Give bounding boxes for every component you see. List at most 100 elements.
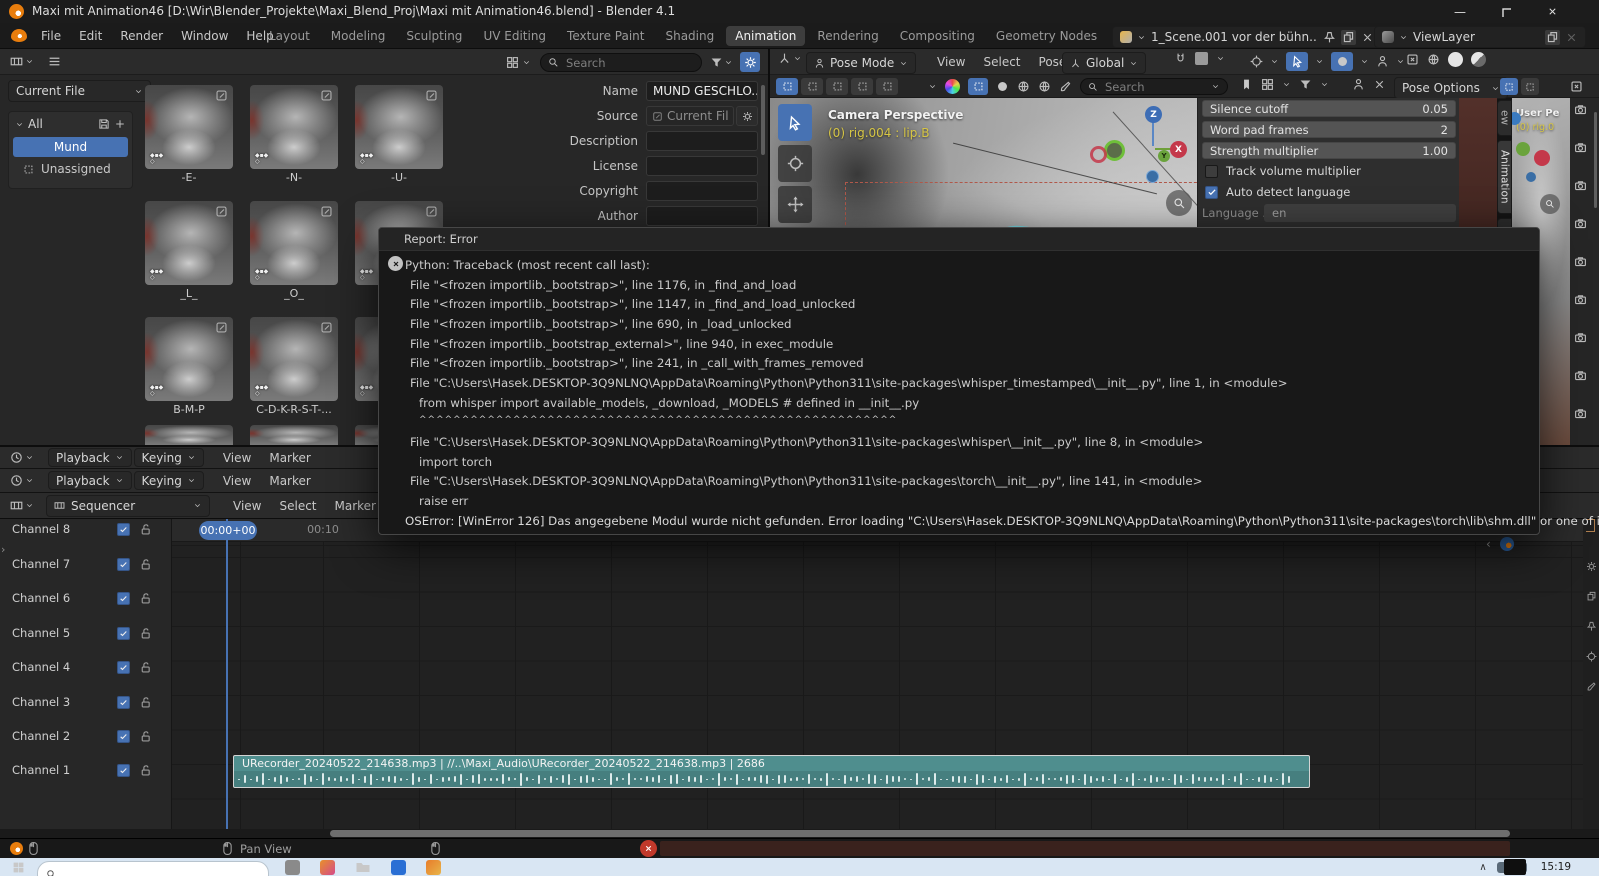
save-icon[interactable]: [98, 118, 110, 130]
strength-multiplier-slider[interactable]: Strength multiplier 1.00: [1202, 142, 1456, 159]
menu-marker[interactable]: Marker: [326, 499, 385, 513]
tab-compositing[interactable]: Compositing: [891, 26, 984, 46]
add-catalog-icon[interactable]: [114, 118, 126, 130]
menu-edit[interactable]: Edit: [70, 29, 111, 43]
channel-checkbox[interactable]: [117, 661, 130, 674]
sequencer-area[interactable]: › Channel 8 Channel 7 Channel 6 Channel …: [0, 518, 1599, 829]
select-circle-button[interactable]: [826, 78, 848, 95]
camera-icon[interactable]: [1574, 293, 1587, 306]
editor-type-icon[interactable]: [778, 52, 791, 65]
gizmo-y-axis[interactable]: Y: [1158, 150, 1170, 162]
pin-icon[interactable]: [1323, 31, 1336, 44]
tab-texture-paint[interactable]: Texture Paint: [558, 26, 653, 46]
channel-checkbox[interactable]: [117, 627, 130, 640]
xray-person-icon[interactable]: [1376, 55, 1389, 68]
channel-checkbox[interactable]: [117, 523, 130, 536]
taskbar-app-icon[interactable]: [426, 859, 441, 875]
asset-thumbnail[interactable]: ◆▪◆ ◇: [250, 85, 338, 169]
mini-x-axis[interactable]: [1534, 150, 1550, 166]
taskbar-app-icon[interactable]: [285, 859, 300, 875]
menu-select[interactable]: Select: [974, 55, 1029, 69]
checkbox-unchecked[interactable]: [1205, 164, 1218, 178]
description-field[interactable]: [646, 131, 758, 151]
playback-menu[interactable]: Playback: [48, 471, 132, 490]
camera-icon[interactable]: [1574, 179, 1587, 192]
camera-icon[interactable]: [1574, 217, 1587, 230]
catalog-item-mund[interactable]: Mund: [13, 137, 128, 157]
menu-window[interactable]: Window: [172, 29, 237, 43]
camera-icon[interactable]: [1574, 255, 1587, 268]
license-field[interactable]: [646, 156, 758, 176]
error-status-icon[interactable]: [640, 840, 657, 857]
catalog-all[interactable]: All: [28, 117, 43, 131]
scene-selector[interactable]: 1_Scene.001 vor der bühn...: [1112, 26, 1382, 48]
asset-settings-button[interactable]: [740, 52, 760, 72]
asset-thumbnail[interactable]: [145, 425, 233, 445]
channel-lock-icon[interactable]: [139, 558, 152, 571]
clock-icon[interactable]: [10, 474, 23, 487]
cursor-tool-button[interactable]: [778, 145, 812, 182]
camera-icon[interactable]: [1574, 141, 1587, 154]
camera-icon[interactable]: [1574, 407, 1587, 420]
sidebar-tab-animation[interactable]: Animation: [1497, 140, 1512, 214]
asset-thumbnail[interactable]: ◆▪◆ ◇: [145, 85, 233, 169]
collections-icon[interactable]: [1261, 78, 1274, 91]
xray-toggle-icon[interactable]: [1406, 53, 1419, 66]
camera-column-scrollbar[interactable]: [1594, 112, 1597, 208]
mini-select-button[interactable]: [1500, 78, 1518, 95]
asset-thumbnail[interactable]: [250, 425, 338, 445]
select-tool-button[interactable]: [778, 104, 812, 141]
menu-view[interactable]: View: [224, 499, 270, 513]
silence-cutoff-slider[interactable]: Silence cutoff 0.05: [1202, 100, 1456, 117]
channel-lock-icon[interactable]: [139, 592, 152, 605]
taskbar-app-icon[interactable]: [391, 859, 406, 875]
options-dropdown-icon[interactable]: [928, 82, 937, 91]
channel-checkbox[interactable]: [117, 558, 130, 571]
tab-sculpting[interactable]: Sculpting: [397, 26, 471, 46]
gizmo-x-axis[interactable]: X: [1170, 141, 1187, 158]
new-viewlayer-icon[interactable]: [1545, 29, 1560, 45]
clock-icon[interactable]: [10, 451, 23, 464]
sidebar-icon[interactable]: [1586, 621, 1597, 632]
brush-icon[interactable]: [1059, 80, 1072, 93]
taskbar-clock[interactable]: 15:19: [1541, 861, 1571, 873]
copyright-field[interactable]: [646, 181, 758, 201]
taskbar-widget[interactable]: [1504, 859, 1526, 875]
sequencer-view-select[interactable]: Sequencer: [46, 494, 210, 517]
sidebar-icon[interactable]: [1586, 681, 1597, 692]
channel-checkbox[interactable]: [117, 592, 130, 605]
sequencer-editor-icon[interactable]: [10, 499, 23, 512]
keying-menu[interactable]: Keying: [133, 471, 204, 490]
menu-select[interactable]: Select: [270, 499, 325, 513]
tab-modeling[interactable]: Modeling: [322, 26, 395, 46]
tab-animation[interactable]: Animation: [726, 26, 806, 46]
asset-thumbnail[interactable]: ◆▪◆ ◇: [250, 201, 338, 285]
asset-search-input[interactable]: [564, 54, 694, 71]
box-x-icon[interactable]: [1570, 80, 1583, 93]
proportional-edit-icon[interactable]: [1250, 55, 1263, 68]
tab-uv-editing[interactable]: UV Editing: [474, 26, 555, 46]
select-box-button[interactable]: [801, 78, 823, 95]
playhead-line[interactable]: [226, 519, 228, 829]
windows-start-icon[interactable]: [12, 861, 25, 874]
snap-icon[interactable]: [1174, 52, 1187, 65]
mini-zoom-button[interactable]: [1540, 194, 1560, 214]
asset-library-select[interactable]: Current File: [8, 80, 151, 102]
menu-marker[interactable]: Marker: [260, 474, 319, 488]
pose-options-dropdown[interactable]: Pose Options: [1394, 77, 1508, 99]
gizmo-toggle-button[interactable]: [1286, 52, 1308, 71]
taskbar-search-box[interactable]: [37, 861, 269, 876]
mini-mode-button[interactable]: [1521, 78, 1539, 95]
menu-render[interactable]: Render: [111, 29, 172, 43]
camera-icon[interactable]: [1574, 103, 1587, 116]
channel-lock-icon[interactable]: [139, 661, 152, 674]
details-scrollbar[interactable]: [761, 85, 765, 155]
audio-strip[interactable]: URecorder_20240522_214638.mp3 | //..\Max…: [233, 755, 1310, 788]
error-status-bar[interactable]: [660, 841, 1510, 856]
filter-icon[interactable]: [1299, 78, 1312, 91]
shading-material-icon[interactable]: [1471, 52, 1486, 67]
bookmark-icon[interactable]: [1240, 78, 1253, 91]
tab-geometry-nodes[interactable]: Geometry Nodes: [987, 26, 1106, 46]
menu-view[interactable]: View: [928, 55, 974, 69]
tab-rendering[interactable]: Rendering: [808, 26, 887, 46]
